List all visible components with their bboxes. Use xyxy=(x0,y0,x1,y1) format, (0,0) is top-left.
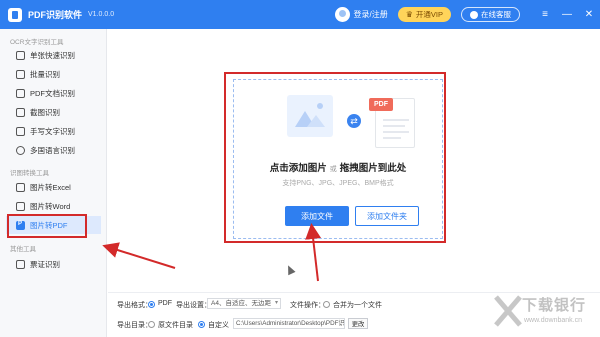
sidebar-item-image-to-word[interactable]: 图片转Word xyxy=(6,197,101,215)
sidebar-item-label: 批量识别 xyxy=(30,69,60,79)
app-version: V1.0.0.0 xyxy=(88,11,115,18)
pen-icon xyxy=(16,126,25,136)
merge-file-label: 合并为一个文件 xyxy=(333,302,382,309)
sidebar-item-pdf-ocr[interactable]: PDF文档识别 xyxy=(6,84,101,102)
merge-file-radio[interactable] xyxy=(323,301,330,308)
watermark-url: www.downbank.cn xyxy=(524,317,582,324)
dir-source-label: 原文件目录 xyxy=(158,322,193,329)
image-scan-icon xyxy=(16,50,25,60)
watermark-logo-icon xyxy=(494,295,522,327)
menu-icon[interactable]: ≡ xyxy=(534,0,556,29)
open-vip-label: 开通VIP xyxy=(415,10,443,19)
sidebar-item-label: 截图识别 xyxy=(30,107,60,117)
chat-icon xyxy=(470,10,478,19)
sidebar-item-label: 单张快速识别 xyxy=(30,50,75,60)
sidebar-item-label: 手写文字识别 xyxy=(30,126,75,136)
app-name: PDF识别软件 xyxy=(28,10,83,20)
highlight-frame-dropzone xyxy=(224,72,446,243)
export-dir-label: 导出目录： xyxy=(117,322,152,329)
pdf-doc-icon xyxy=(16,88,25,98)
online-service-label: 在线客服 xyxy=(481,10,511,19)
export-setting-select[interactable]: A4、自适应、无边距 ▾ xyxy=(207,298,281,309)
mouse-cursor-icon xyxy=(284,263,296,276)
open-vip-button[interactable]: ♛ 开通VIP xyxy=(397,7,451,22)
app-logo-icon xyxy=(8,7,22,22)
close-icon[interactable]: ✕ xyxy=(578,0,600,29)
arrow-to-sidebar xyxy=(102,242,176,269)
globe-icon xyxy=(16,145,25,155)
file-operation-label: 文件操作： xyxy=(290,302,325,309)
sidebar-item-multilang-ocr[interactable]: 多国语言识别 xyxy=(6,141,101,159)
change-dir-button[interactable]: 更改 xyxy=(348,318,368,329)
sidebar-item-label: PDF文档识别 xyxy=(30,88,75,98)
sidebar-item-label: 票证识别 xyxy=(30,259,60,269)
sidebar-item-batch-ocr[interactable]: 批量识别 xyxy=(6,65,101,83)
sidebar-item-single-ocr[interactable]: 单张快速识别 xyxy=(6,46,101,64)
export-format-label: 导出格式： xyxy=(117,302,152,309)
excel-icon xyxy=(16,182,25,192)
crown-icon: ♛ xyxy=(405,10,413,19)
sidebar-section-ocr: OCR文字识别工具 xyxy=(10,39,64,46)
watermark-text: 下载银行 xyxy=(522,297,587,314)
sidebar-section-convert: 识图转换工具 xyxy=(10,170,49,177)
highlight-frame-sidebar xyxy=(7,214,87,238)
minimize-icon[interactable]: — xyxy=(556,0,578,29)
sidebar-item-label: 多国语言识别 xyxy=(30,145,75,155)
sidebar-item-ticket-ocr[interactable]: 票证识别 xyxy=(6,255,101,273)
dir-custom-radio[interactable] xyxy=(198,321,205,328)
sidebar-item-screenshot-ocr[interactable]: 截图识别 xyxy=(6,103,101,121)
word-icon xyxy=(16,201,25,211)
online-service-button[interactable]: 在线客服 xyxy=(461,7,520,22)
sidebar-item-label: 图片转Excel xyxy=(30,182,71,192)
sidebar-item-image-to-excel[interactable]: 图片转Excel xyxy=(6,178,101,196)
export-setting-label: 导出设置： xyxy=(176,302,211,309)
export-setting-value: A4、自适应、无边距 xyxy=(211,300,271,307)
dir-source-radio[interactable] xyxy=(148,321,155,328)
export-format-value: PDF xyxy=(158,300,172,307)
dir-custom-label: 自定义 xyxy=(208,322,229,329)
batch-icon xyxy=(16,69,25,79)
sidebar-item-handwriting-ocr[interactable]: 手写文字识别 xyxy=(6,122,101,140)
title-bar: PDF识别软件 V1.0.0.0 登录/注册 ♛ 开通VIP 在线客服 ≡ — … xyxy=(0,0,600,29)
login-register-link[interactable]: 登录/注册 xyxy=(354,9,388,20)
export-format-pdf-radio[interactable] xyxy=(148,301,155,308)
sidebar-item-label: 图片转Word xyxy=(30,201,71,211)
export-path-input[interactable]: C:\Users\Administrator\Desktop\PDF识别软 xyxy=(233,318,345,329)
user-avatar-icon[interactable] xyxy=(334,7,350,22)
ticket-icon xyxy=(16,259,25,269)
sidebar-section-other: 其他工具 xyxy=(10,246,36,253)
chevron-down-icon: ▾ xyxy=(274,300,278,306)
screenshot-icon xyxy=(16,107,25,117)
